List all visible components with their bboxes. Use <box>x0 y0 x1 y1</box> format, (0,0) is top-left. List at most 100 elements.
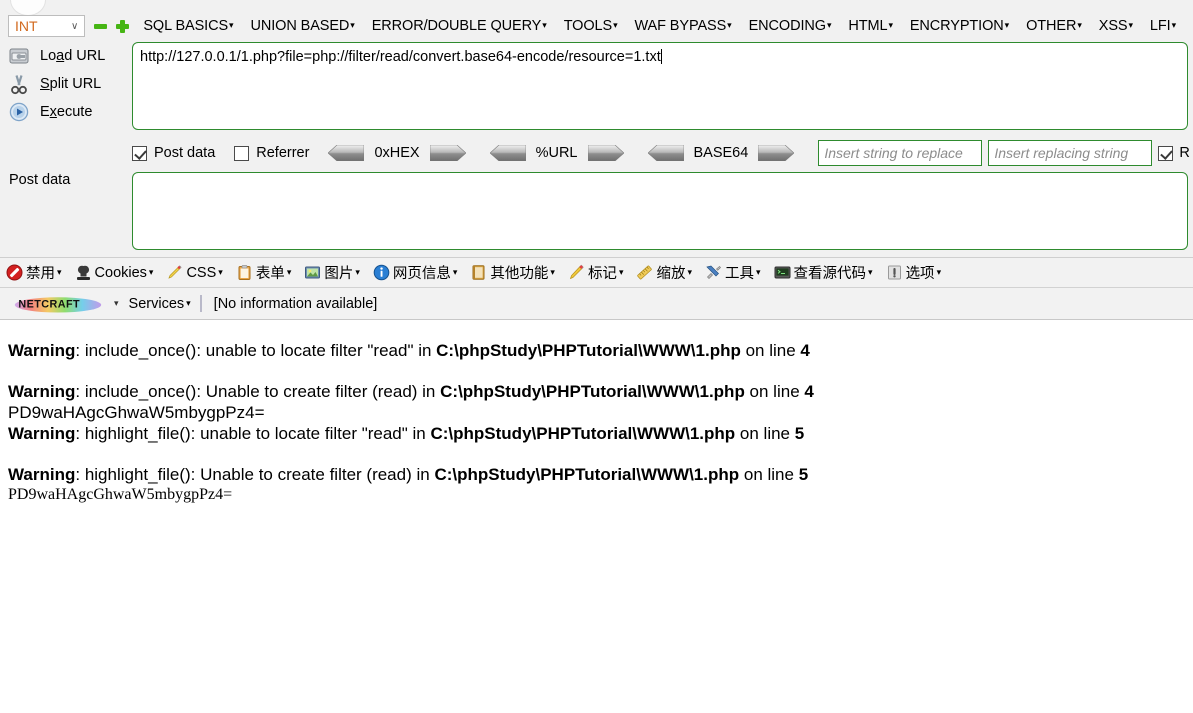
url-encode-button[interactable] <box>587 144 624 162</box>
add-tab-button[interactable] <box>116 19 130 33</box>
warning-label: Warning <box>8 341 76 360</box>
php-warning-output: Warning: include_once(): unable to locat… <box>8 341 1185 507</box>
clipboard-icon <box>236 264 256 281</box>
hackbar-menu-lfi[interactable]: LFI▾ <box>1150 18 1176 34</box>
menu-label: XSS <box>1098 18 1128 34</box>
netcraft-services-menu[interactable]: Services ▾ <box>129 296 191 312</box>
base64-encoder-label: BASE64 <box>693 145 749 161</box>
replace-checkbox-label[interactable]: R <box>1179 145 1189 161</box>
hackbar-menu-encryption[interactable]: ENCRYPTION▾ <box>910 18 1009 34</box>
devtoolbar-item-cookies[interactable]: Cookies ▾ <box>75 264 154 281</box>
post-data-checkbox-label[interactable]: Post data <box>154 145 215 161</box>
url-encoder-label: %URL <box>535 145 578 161</box>
warning-file-path: C:\phpStudy\PHPTutorial\WWW\1.php <box>440 381 745 401</box>
hackbar-menu-xss[interactable]: XSS▾ <box>1099 18 1133 34</box>
devtoolbar-item-options[interactable]: 选项 ▾ <box>886 262 942 283</box>
menu-label: ENCRYPTION <box>909 18 1004 34</box>
hackbar-menu-other[interactable]: OTHER▾ <box>1026 18 1082 34</box>
devtoolbar-item-clipboard[interactable]: 表单 ▾ <box>236 262 291 283</box>
hackbar-menu-waf-bypass[interactable]: WAF BYPASS▾ <box>635 18 732 34</box>
devtoolbar-item-css[interactable]: CSS ▾ <box>166 264 223 281</box>
chevron-down-icon: ▾ <box>613 20 618 30</box>
replace-to-input[interactable]: Insert replacing string <box>988 140 1153 166</box>
line-spacer-large <box>8 361 1185 383</box>
php-warning-line: Warning: highlight_file(): unable to loc… <box>8 423 1185 444</box>
chevron-down-icon: ▾ <box>148 267 154 277</box>
encoder-group-url: %URL <box>489 144 624 162</box>
page-content: Warning: include_once(): unable to locat… <box>0 320 1193 713</box>
content-top-spacer <box>8 320 1185 342</box>
pencil-yellow-icon <box>166 264 186 281</box>
hackbar-menu-sql-basics[interactable]: SQL BASICS▾ <box>143 18 233 34</box>
devtoolbar-item-label: 缩放 <box>656 266 686 282</box>
chevron-down-icon: ▾ <box>452 267 458 277</box>
warning-message: : highlight_file(): unable to locate fil… <box>75 423 431 443</box>
load-url-label: Load URL <box>40 48 106 64</box>
warning-file-path: C:\phpStudy\PHPTutorial\WWW\1.php <box>430 423 736 443</box>
devtoolbar-item-label: 其他功能 <box>490 266 549 282</box>
encoder-group-hex: 0xHEX <box>328 144 467 162</box>
devtoolbar-item-marker[interactable]: 标记 ▾ <box>568 262 623 283</box>
hackbar-menu-error-double-query[interactable]: ERROR/DOUBLE QUERY▾ <box>372 18 547 34</box>
hackbar-menu-html[interactable]: HTML▾ <box>848 18 893 34</box>
chevron-down-icon: ▾ <box>542 20 547 30</box>
warning-on-line-text: on line <box>735 423 795 443</box>
menu-label: LFI <box>1149 18 1171 34</box>
post-data-textarea[interactable] <box>132 172 1188 250</box>
menu-label: SQL BASICS <box>143 18 229 34</box>
netcraft-logo: NETCRAFT <box>14 296 102 313</box>
chevron-down-icon: ▾ <box>218 267 223 277</box>
url-decode-button[interactable] <box>489 144 526 162</box>
chevron-down-icon: ▾ <box>888 20 893 30</box>
menu-label: ENCODING <box>748 18 826 34</box>
chevron-down-icon: ▾ <box>57 267 62 277</box>
post-data-label: Post data <box>9 172 71 188</box>
hackbar-menu-tools[interactable]: TOOLS▾ <box>564 18 618 34</box>
load-url-icon <box>7 45 31 67</box>
chevron-down-icon: ▾ <box>355 267 360 277</box>
base64-decode-button[interactable] <box>647 144 684 162</box>
devtoolbar-item-no-entry[interactable]: 禁用 ▾ <box>6 262 62 283</box>
referrer-checkbox[interactable] <box>234 145 250 161</box>
devtoolbar-item-ruler[interactable]: 缩放 ▾ <box>636 262 692 283</box>
hex-encode-button[interactable] <box>429 144 467 162</box>
post-data-checkbox[interactable] <box>132 145 147 161</box>
replace-checkbox[interactable] <box>1158 145 1174 161</box>
sql-type-select[interactable]: INT ∨ <box>8 15 86 37</box>
chevron-down-icon: ▾ <box>936 267 942 277</box>
hackbar-menu-row: INT ∨ SQL BASICS▾ UNION BASED▾ ERROR/DOUBL… <box>0 14 1193 38</box>
devtoolbar-item-picture[interactable]: 图片 ▾ <box>304 262 360 283</box>
remove-tab-button[interactable] <box>94 20 108 33</box>
hex-decode-button[interactable] <box>328 144 365 162</box>
devtoolbar-item-book[interactable]: 其他功能 ▾ <box>470 262 555 283</box>
execute-button[interactable]: Execute <box>0 98 130 126</box>
hackbar-panel: INT ∨ SQL BASICS▾ UNION BASED▾ ERROR/DOUBL… <box>0 0 1193 258</box>
split-url-label: Split URL <box>40 76 102 92</box>
warning-label: Warning <box>8 381 76 401</box>
book-icon <box>470 264 490 281</box>
split-url-button[interactable]: Split URL <box>0 70 130 98</box>
referrer-checkbox-label[interactable]: Referrer <box>256 145 309 161</box>
stamp-icon <box>75 264 95 281</box>
base64-output-line: PD9waHAgcGhwaW5mbygpPz4= <box>8 486 233 504</box>
netcraft-logo-caret-icon[interactable]: ▾ <box>114 298 119 309</box>
php-warning-line: Warning: highlight_file(): Unable to cre… <box>8 465 1185 485</box>
hackbar-menu-union-based[interactable]: UNION BASED▾ <box>250 18 354 34</box>
devtoolbar-item-info[interactable]: 网页信息 ▾ <box>373 262 458 283</box>
no-entry-icon <box>6 264 26 281</box>
devtoolbar-item-tools[interactable]: 工具 ▾ <box>705 262 761 283</box>
replace-from-input[interactable]: Insert string to replace <box>818 140 983 166</box>
hackbar-menu-encoding[interactable]: ENCODING▾ <box>749 18 832 34</box>
hackbar-options-row: Post data Referrer 0xHEX %URL BASE64 Ins… <box>132 140 1190 166</box>
devtoolbar-item-label: 表单 <box>255 266 285 282</box>
devtoolbar-item-terminal[interactable]: 查看源代码 ▾ <box>774 262 873 283</box>
sql-type-value: INT <box>15 18 38 34</box>
info-icon <box>373 264 393 281</box>
load-url-button[interactable]: Load URL <box>0 42 130 70</box>
url-input[interactable]: http://127.0.0.1/1.php?file=php://filter… <box>132 42 1188 130</box>
ruler-icon <box>636 264 656 281</box>
scissors-icon <box>7 73 31 95</box>
base64-encode-button[interactable] <box>758 144 795 162</box>
options-icon <box>886 264 906 281</box>
chevron-down-icon: ▾ <box>868 267 873 277</box>
